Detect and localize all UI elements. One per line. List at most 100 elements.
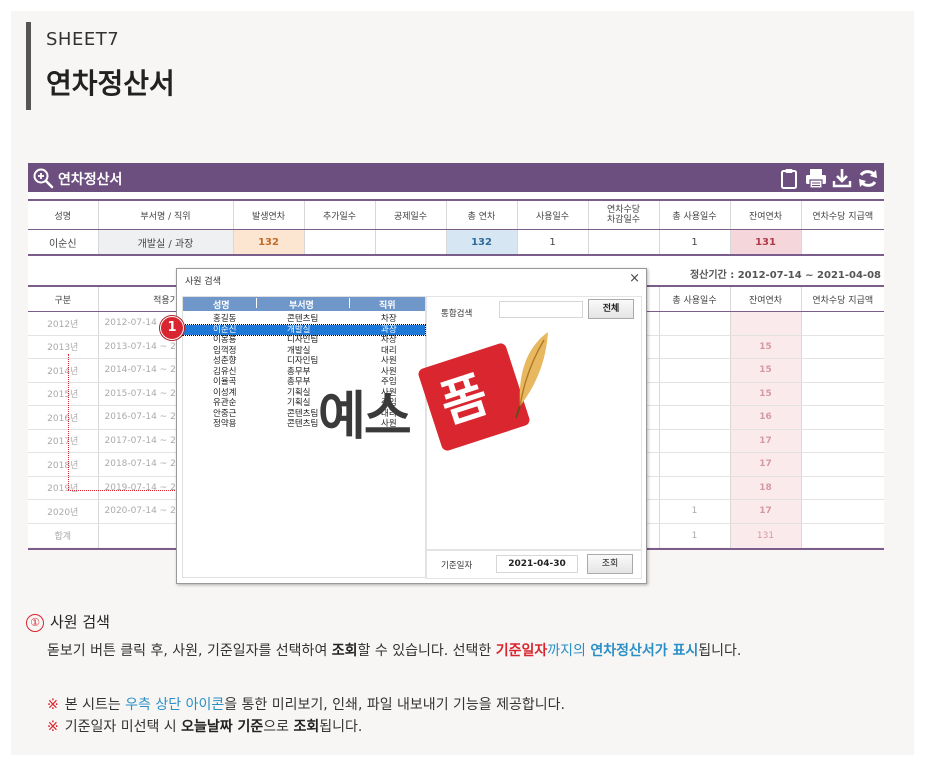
sheet-header-bar: 연차정산서 <box>28 163 884 192</box>
allowance-deduct-value <box>588 229 660 256</box>
reference-mark: ※ <box>47 719 59 735</box>
added-value <box>304 229 376 256</box>
employee-pos: 차장 <box>381 314 397 324</box>
employee-pos: 사원 <box>381 387 397 398</box>
refresh-icon[interactable] <box>857 168 879 189</box>
download-icon[interactable] <box>832 168 852 189</box>
summary-table: 성명 부서명 / 직위 발생연차 추가일수 공제일수 총 연차 사용일수 연차수… <box>28 199 884 256</box>
col-year: 구분 <box>28 285 99 312</box>
title-accent-bar <box>26 22 31 110</box>
employee-row[interactable]: 홍길동 콘텐츠팀 차장 <box>183 314 425 325</box>
detail-cell-allow <box>801 476 884 500</box>
employee-row[interactable]: 안중근 콘텐츠팀 대리 <box>183 409 425 420</box>
col-used: 사용일수 <box>517 199 589 230</box>
info-text: 됩니다. <box>319 719 363 735</box>
employee-name: 이몽룡 <box>213 335 237 345</box>
detail-cell-allow <box>801 311 884 336</box>
detail-cell-allow <box>801 335 884 359</box>
all-button[interactable]: 전체 <box>588 299 634 319</box>
date-field[interactable]: 2021-04-30 <box>496 555 578 573</box>
note-body: 돋보기 버튼 클릭 후, 사원, 기준일자를 선택하여 조회할 수 있습니다. … <box>47 640 741 660</box>
employee-dept: 개발실 <box>287 324 311 335</box>
dialog-title: 사원 검색 <box>185 277 221 287</box>
employee-dept: 개발실 / 과장 <box>98 229 234 256</box>
sheet-title: 연차정산서 <box>58 172 123 188</box>
employee-dept: 기획실 <box>287 398 311 408</box>
detail-cell-used <box>659 476 731 500</box>
employee-row[interactable]: 이순신 개발실 과장 <box>182 323 426 336</box>
detail-cell-rem: 15 <box>730 382 802 406</box>
info-text: 본 시트는 <box>64 697 126 713</box>
clipboard-icon[interactable] <box>780 168 798 189</box>
detail-cell-used <box>659 405 731 430</box>
info-text: 기준일자 미선택 시 <box>64 719 182 735</box>
employee-list[interactable]: 성명 부서명 직위 홍길동 콘텐츠팀 차장 이순신 개발실 과장 이몽룡 디자인팀 차장 임꺽정 개… <box>182 296 426 578</box>
employee-row[interactable]: 이성계 기획실 사원 <box>183 388 425 399</box>
employee-search-dialog: 사원 검색 × 성명 부서명 직위 홍길동 콘텐츠팀 차장 이순신 개발실 과장 이몽룡 디자… <box>176 268 647 584</box>
close-icon[interactable]: × <box>629 271 640 286</box>
sum-cell-used: 1 <box>659 522 731 550</box>
magnifier-plus-icon[interactable] <box>32 167 54 189</box>
employee-row[interactable]: 이몽룡 디자인팀 차장 <box>183 335 425 346</box>
employee-name: 성춘향 <box>213 356 237 366</box>
list-col-dept: 부서명 <box>289 301 314 311</box>
detail-cell-used <box>659 311 731 336</box>
total-used-value: 1 <box>659 229 731 256</box>
note-heading: ① 사원 검색 <box>26 611 110 632</box>
list-col-sep <box>256 298 257 308</box>
detail-cell-used <box>659 452 731 477</box>
note-text-blue-bold: 연차정산서가 표시 <box>590 643 699 659</box>
generated-value: 132 <box>233 229 305 256</box>
note-text: 돋보기 버튼 클릭 후, 사원, 기준일자를 선택하여 <box>47 643 332 659</box>
detail-cell-year: 2018년 <box>28 452 99 477</box>
note-text: 할 수 있습니다. 선택한 <box>357 643 496 659</box>
query-button[interactable]: 조회 <box>587 554 633 574</box>
employee-name: 유관순 <box>213 398 237 408</box>
col-total-used: 총 사용일수 <box>659 199 731 230</box>
employee-pos: 대리 <box>381 408 397 419</box>
employee-name: 이순신 <box>28 229 99 256</box>
date-panel: 기준일자 2021-04-30 조회 <box>426 550 642 579</box>
employee-row[interactable]: 임꺽정 개발실 대리 <box>183 346 425 357</box>
col-name: 성명 <box>28 199 99 230</box>
sum-cell-label: 합계 <box>28 522 99 550</box>
detail-cell-rem: 17 <box>730 452 802 477</box>
employee-name: 임꺽정 <box>213 345 237 356</box>
remaining-value: 131 <box>730 229 802 256</box>
date-label: 기준일자 <box>441 561 473 571</box>
employee-pos: 주임 <box>381 377 397 387</box>
note-number: ① <box>26 614 44 632</box>
employee-name: 김유신 <box>213 366 237 377</box>
employee-pos: 대리 <box>381 345 397 356</box>
employee-dept: 총무부 <box>287 377 311 387</box>
search-input[interactable] <box>499 301 583 318</box>
detail-cell-used <box>659 335 731 359</box>
detail-cell-year: 2014년 <box>28 358 99 383</box>
employee-row[interactable]: 성춘향 디자인팀 사원 <box>183 356 425 367</box>
info-line-1: ※ 본 시트는 우측 상단 아이콘을 통한 미리보기, 인쇄, 파일 내보내기 기… <box>47 694 565 714</box>
deducted-value <box>375 229 447 256</box>
info-text: 을 통한 미리보기, 인쇄, 파일 내보내기 기능을 제공합니다. <box>224 697 565 713</box>
employee-pos: 사원 <box>381 356 397 366</box>
info-line-2: ※ 기준일자 미선택 시 오늘날짜 기준으로 조회됩니다. <box>47 716 362 736</box>
info-text-bold: 조회 <box>293 719 320 735</box>
employee-dept: 콘텐츠팀 <box>287 314 319 324</box>
employee-row[interactable]: 김유신 총무부 사원 <box>183 367 425 378</box>
sheet-label: SHEET7 <box>46 29 120 50</box>
printer-icon[interactable] <box>805 168 827 189</box>
detail-cell-used <box>659 429 731 453</box>
detail-cell-allow <box>801 499 884 524</box>
summary-value-row: 이순신 개발실 / 과장 132 132 1 1 131 <box>28 229 884 256</box>
employee-row[interactable]: 유관순 기획실 주임 <box>183 398 425 409</box>
detail-cell-rem: 15 <box>730 358 802 383</box>
employee-pos: 주임 <box>381 398 397 408</box>
employee-row[interactable]: 이율곡 총무부 주임 <box>183 377 425 388</box>
detail-cell-rem: 17 <box>730 499 802 524</box>
sum-cell-rem: 131 <box>730 522 802 550</box>
col-generated: 발생연차 <box>233 199 305 230</box>
employee-row[interactable]: 정약용 콘텐츠팀 사원 <box>183 419 425 430</box>
search-panel: 통합검색 전체 <box>426 296 642 550</box>
employee-dept: 개발실 <box>287 345 311 356</box>
employee-name: 홍길동 <box>213 314 237 324</box>
total-value: 132 <box>446 229 518 256</box>
